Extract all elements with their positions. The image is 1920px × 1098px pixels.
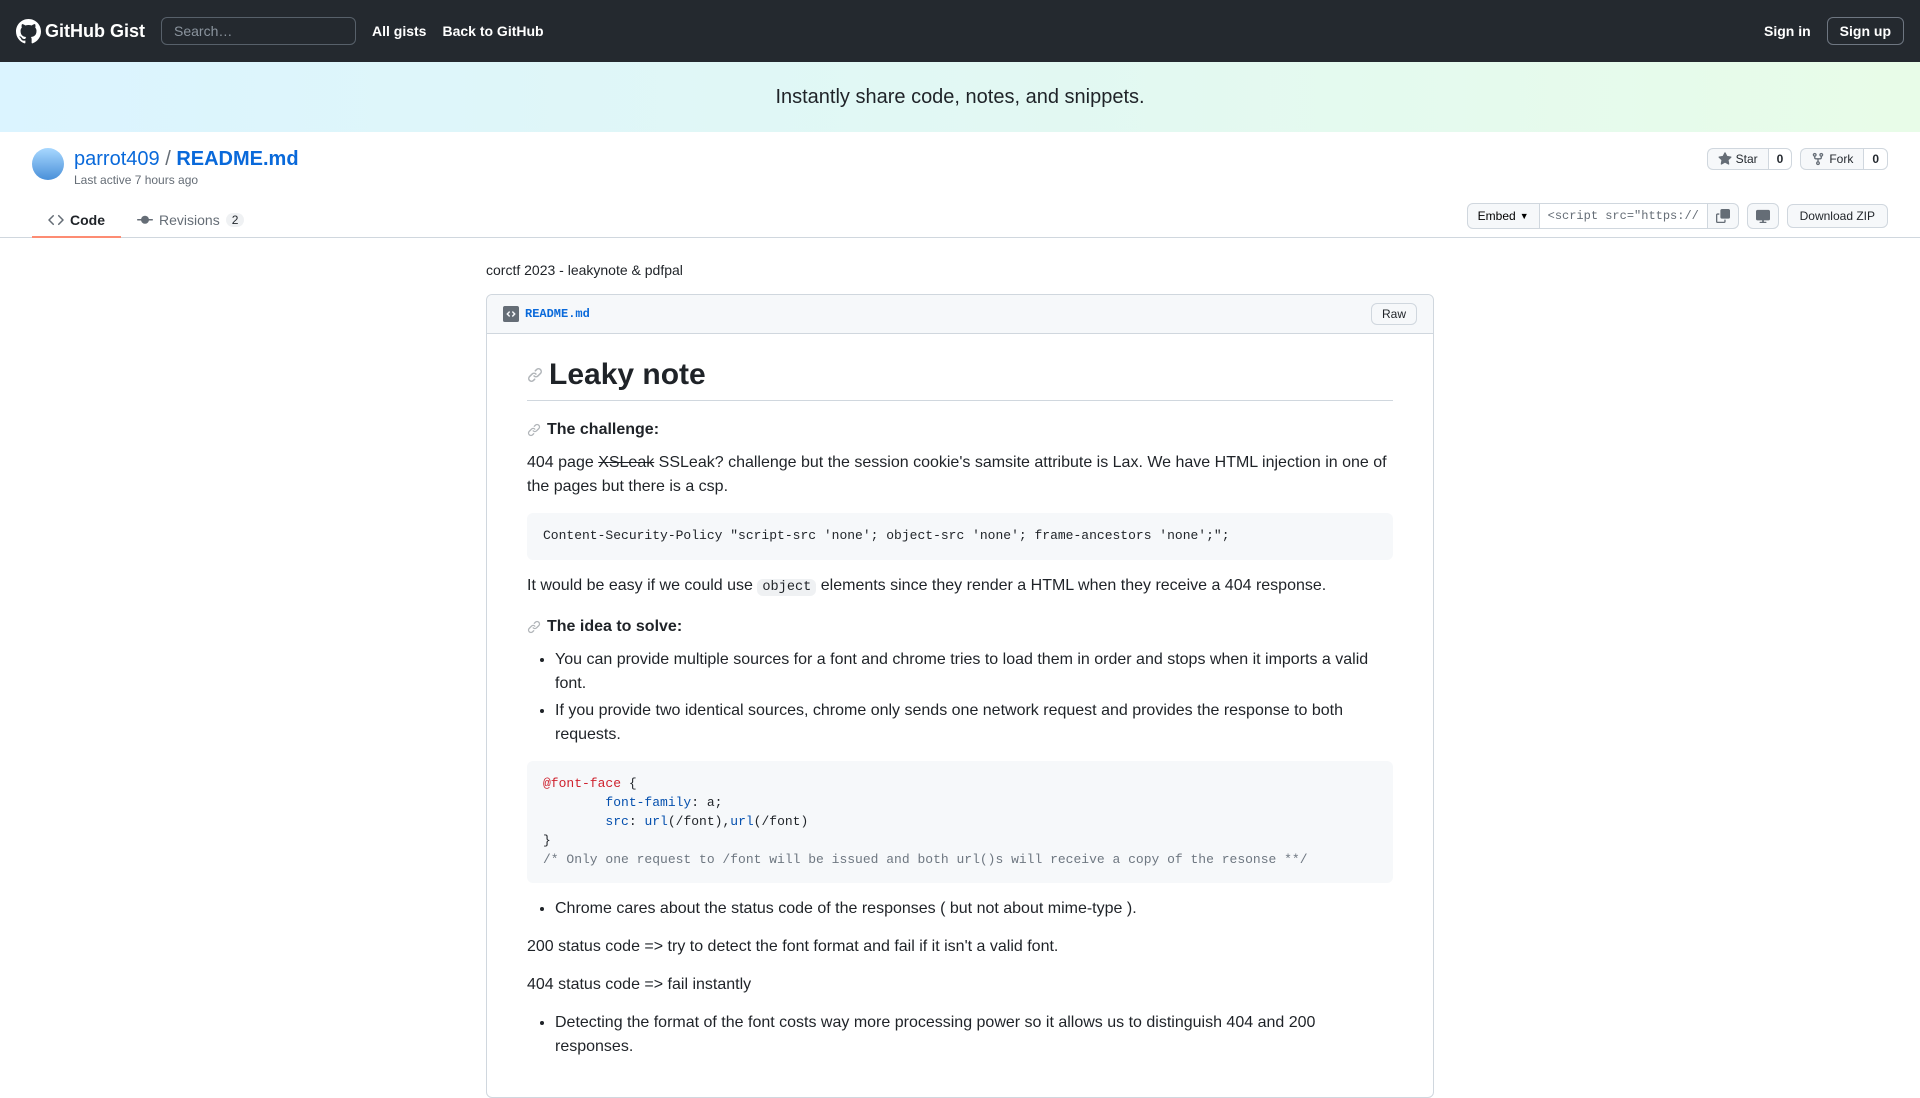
all-gists-link[interactable]: All gists — [372, 23, 426, 39]
star-count[interactable]: 0 — [1768, 148, 1793, 170]
commit-icon — [137, 212, 153, 228]
copy-icon — [1716, 209, 1730, 223]
avatar[interactable] — [32, 148, 64, 180]
raw-button[interactable]: Raw — [1371, 303, 1417, 325]
link-icon[interactable] — [527, 620, 541, 634]
github-icon — [16, 19, 41, 44]
desktop-button[interactable] — [1747, 203, 1779, 229]
list-item: You can provide multiple sources for a f… — [555, 648, 1393, 696]
header-right: Sign in Sign up — [1764, 17, 1904, 45]
fork-count[interactable]: 0 — [1863, 148, 1888, 170]
tabs-row: Code Revisions 2 Embed ▼ Download ZIP — [0, 203, 1920, 238]
paragraph: 200 status code => try to detect the fon… — [527, 935, 1393, 959]
link-icon[interactable] — [527, 423, 541, 437]
nav-links: All gists Back to GitHub — [372, 23, 544, 39]
tab-revisions-label: Revisions — [159, 212, 220, 228]
fork-group: Fork 0 — [1800, 148, 1888, 170]
embed-label: Embed — [1478, 209, 1516, 223]
heading-idea: The idea to solve: — [527, 618, 1393, 636]
star-icon — [1718, 152, 1732, 166]
embed-url-input[interactable] — [1540, 203, 1708, 229]
code-icon — [48, 212, 64, 228]
star-label: Star — [1736, 152, 1758, 166]
logo[interactable]: GitHub Gist — [16, 19, 145, 44]
clone-options: Embed ▼ Download ZIP — [1467, 203, 1888, 237]
gist-header: parrot409 / README.md Last active 7 hour… — [0, 132, 1920, 187]
desktop-icon — [1756, 209, 1770, 223]
revisions-count: 2 — [226, 213, 245, 227]
tab-revisions[interactable]: Revisions 2 — [121, 204, 260, 237]
code-block-csp: Content-Security-Policy "script-src 'non… — [527, 513, 1393, 560]
code-block-fontface: @font-face { font-family: a; src: url(/f… — [527, 761, 1393, 883]
embed-group: Embed ▼ — [1467, 203, 1739, 229]
global-header: GitHub Gist All gists Back to GitHub Sig… — [0, 0, 1920, 62]
tabs: Code Revisions 2 — [32, 204, 260, 237]
star-group: Star 0 — [1707, 148, 1793, 170]
search-input[interactable] — [161, 17, 356, 45]
embed-dropdown[interactable]: Embed ▼ — [1467, 203, 1540, 229]
owner-link[interactable]: parrot409 — [74, 148, 160, 170]
strike-text: XSLeak — [598, 454, 654, 471]
fork-label: Fork — [1829, 152, 1853, 166]
link-icon[interactable] — [527, 367, 543, 383]
list-item: Chrome cares about the status code of th… — [555, 897, 1393, 921]
list-item: Detecting the format of the font costs w… — [555, 1011, 1393, 1059]
file-name-text: README.md — [525, 307, 590, 321]
gist-actions: Star 0 Fork 0 — [1707, 148, 1888, 170]
logo-text: GitHub Gist — [45, 21, 145, 42]
paragraph: 404 status code => fail instantly — [527, 973, 1393, 997]
tab-code[interactable]: Code — [32, 204, 121, 238]
heading-challenge: The challenge: — [527, 421, 1393, 439]
file-header: README.md Raw — [487, 295, 1433, 334]
download-zip-button[interactable]: Download ZIP — [1787, 204, 1888, 228]
paragraph: It would be easy if we could use object … — [527, 574, 1393, 598]
gist-name-link[interactable]: README.md — [176, 148, 298, 170]
tagline-text: Instantly share code, notes, and snippet… — [775, 86, 1144, 109]
list-item: If you provide two identical sources, ch… — [555, 699, 1393, 747]
signup-button[interactable]: Sign up — [1827, 17, 1904, 45]
gist-description: corctf 2023 - leakynote & pdfpal — [486, 262, 1434, 278]
tagline-banner: Instantly share code, notes, and snippet… — [0, 62, 1920, 132]
markdown-body: Leaky note The challenge: 404 page XSLea… — [487, 334, 1433, 1097]
back-to-github-link[interactable]: Back to GitHub — [442, 23, 543, 39]
inline-code: object — [757, 579, 816, 596]
fork-button[interactable]: Fork — [1800, 148, 1863, 170]
list: Chrome cares about the status code of th… — [527, 897, 1393, 921]
title-separator: / — [165, 148, 171, 170]
paragraph: 404 page XSLeak SSLeak? challenge but th… — [527, 451, 1393, 499]
gist-title: parrot409 / README.md — [74, 148, 299, 171]
tab-code-label: Code — [70, 212, 105, 228]
file-code-icon — [503, 306, 519, 322]
list: You can provide multiple sources for a f… — [527, 648, 1393, 747]
last-active: Last active 7 hours ago — [74, 173, 299, 187]
star-button[interactable]: Star — [1707, 148, 1768, 170]
file-box: README.md Raw Leaky note The challenge: … — [486, 294, 1434, 1098]
copy-button[interactable] — [1708, 203, 1739, 229]
fork-icon — [1811, 152, 1825, 166]
file-name-link[interactable]: README.md — [503, 306, 590, 322]
gist-meta: parrot409 / README.md Last active 7 hour… — [32, 148, 299, 187]
dropdown-caret-icon: ▼ — [1520, 211, 1529, 221]
signin-link[interactable]: Sign in — [1764, 23, 1811, 39]
heading-leaky-note: Leaky note — [527, 358, 1393, 401]
list: Detecting the format of the font costs w… — [527, 1011, 1393, 1059]
main-content: corctf 2023 - leakynote & pdfpal README.… — [470, 262, 1450, 1098]
